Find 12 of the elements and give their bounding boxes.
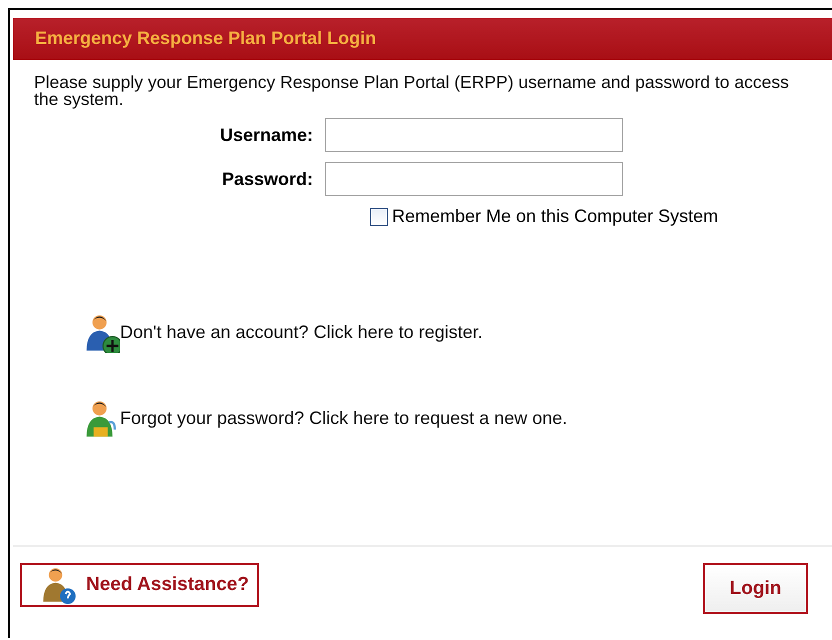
panel-title: Emergency Response Plan Portal Login bbox=[13, 18, 832, 60]
login-button[interactable]: Login bbox=[703, 563, 808, 614]
username-field[interactable] bbox=[325, 118, 623, 152]
help-button[interactable]: Need Assistance? bbox=[20, 563, 259, 607]
remember-checkbox[interactable] bbox=[370, 208, 388, 226]
remember-label: Remember Me on this Computer System bbox=[392, 206, 718, 227]
intro-text: Please supply your Emergency Response Plan Portal (ERPP) username and password to access the system. bbox=[34, 74, 790, 108]
password-field[interactable] bbox=[325, 162, 623, 196]
register-link[interactable]: Don't have an account? Click here to register. bbox=[120, 322, 483, 353]
forgot-password-link[interactable]: Forgot your password? Click here to request a new one. bbox=[120, 408, 568, 439]
field-label: Username: bbox=[218, 124, 314, 146]
field-label: Password: bbox=[220, 168, 314, 190]
